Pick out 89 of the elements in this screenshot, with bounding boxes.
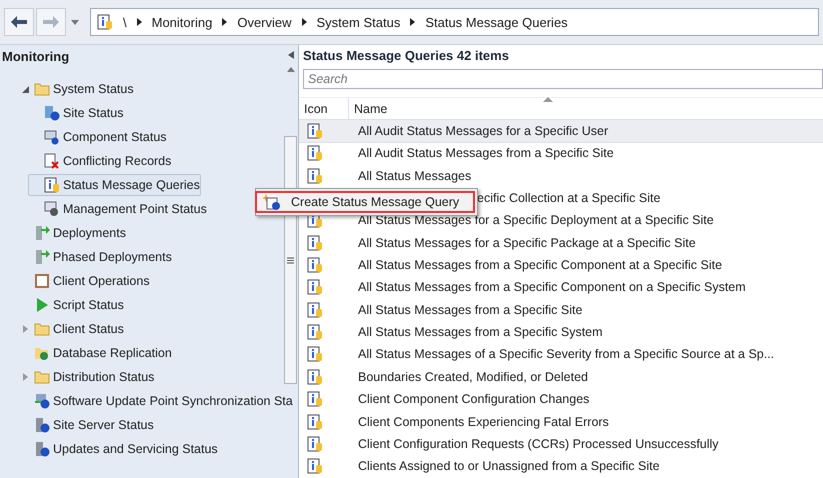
site-info-icon [44, 105, 60, 121]
back-arrow-icon [10, 15, 28, 29]
list-row[interactable]: All Audit Status Messages from a Specific Site [299, 142, 823, 165]
list-row[interactable]: All Status Messages [299, 164, 823, 188]
tree-item[interactable]: System Status [18, 78, 135, 100]
list-title: Status Message Queries 42 items [302, 47, 510, 65]
breadcrumb-item[interactable]: Overview [237, 14, 292, 30]
tree-item[interactable]: Software Update Point Synchronization Sta [18, 390, 294, 412]
tree-item[interactable]: Component Status [28, 126, 168, 148]
folder-icon [34, 81, 50, 97]
pane-title: Monitoring [1, 48, 70, 66]
tree-item[interactable]: Updates and Servicing Status [18, 438, 219, 460]
component-info-icon [44, 129, 60, 145]
collapse-icon[interactable] [22, 86, 28, 92]
column-header[interactable]: Name [349, 98, 823, 120]
query-icon [307, 302, 323, 318]
tree-item[interactable]: Site Server Status [18, 414, 155, 436]
expand-icon[interactable] [22, 373, 28, 381]
play-icon [34, 297, 50, 313]
breadcrumb-item[interactable]: Status Message Queries [425, 14, 568, 30]
list-row[interactable]: All Status Messages for a Specific Package at a Specific Site [299, 232, 823, 254]
list-row[interactable]: Clients Assigned to or Unassigned from a Specific Site [299, 456, 823, 478]
breadcrumb-item[interactable]: Monitoring [152, 14, 212, 30]
breadcrumb-arrow-icon [136, 18, 142, 26]
expand-icon[interactable] [22, 325, 28, 333]
list-row[interactable]: All Status Messages from a Specific Site [299, 299, 823, 322]
list-row[interactable]: Boundaries Created, Modified, or Deleted [299, 366, 823, 389]
tree-item[interactable]: Client Operations [18, 270, 151, 292]
database-folder-icon [34, 345, 50, 361]
tree-item[interactable]: Status Message Queries [28, 174, 201, 196]
search-field[interactable]: Search [303, 69, 823, 89]
query-icon [307, 414, 323, 430]
new-query-icon [263, 194, 281, 210]
folder-icon [34, 369, 50, 385]
list-row[interactable]: Client Configuration Requests (CCRs) Processed Unsuccessfully [299, 433, 823, 456]
query-icon [307, 458, 323, 474]
server-info-icon [34, 441, 50, 457]
breadcrumb-item[interactable]: \ [123, 14, 127, 30]
tree-item[interactable]: Phased Deployments [18, 246, 173, 268]
query-icon [307, 279, 323, 296]
query-icon [307, 234, 323, 251]
tree-item[interactable]: Client Status [18, 318, 125, 340]
query-icon [307, 145, 323, 162]
tree-item[interactable]: Conflicting Records [28, 150, 172, 172]
tree-item[interactable]: Distribution Status [18, 366, 156, 388]
query-icon [44, 177, 60, 193]
forward-arrow-icon [42, 15, 60, 29]
record-error-icon [44, 153, 60, 169]
list-row[interactable]: All Status Messages from a Specific Component at a Specific Site [299, 254, 823, 277]
address-bar[interactable]: \ Monitoring Overview System Status Status Message Queries [90, 8, 819, 36]
list-row[interactable]: All Status Messages from a Specific Component on a Specific System [299, 276, 823, 300]
query-icon [307, 346, 323, 362]
collapse-pane-icon[interactable] [288, 51, 294, 59]
menu-item[interactable]: Create Status Message Query [255, 191, 476, 213]
query-icon [307, 257, 323, 274]
breadcrumb-arrow-icon [410, 18, 416, 26]
query-icon [307, 368, 323, 385]
breadcrumb-arrow-icon [302, 18, 307, 26]
management-point-icon [44, 201, 60, 217]
tree-item[interactable]: Site Status [28, 102, 124, 124]
server-info-icon [34, 417, 50, 433]
deployment-icon [34, 249, 50, 265]
back-button[interactable] [4, 8, 34, 36]
query-icon [97, 14, 113, 30]
grip-icon [287, 256, 294, 264]
breadcrumb-item[interactable]: System Status [316, 14, 400, 30]
list-row[interactable]: Client Components Experiencing Fatal Errors [299, 410, 823, 434]
query-icon [307, 436, 323, 452]
scroll-up-icon[interactable] [286, 67, 294, 72]
tree-item[interactable]: Database Replication [18, 342, 173, 364]
list-row[interactable]: All Status Messages from a Specific System [299, 321, 823, 344]
query-icon [307, 168, 323, 184]
query-icon [307, 391, 323, 408]
tree-item[interactable]: Script Status [18, 294, 125, 316]
column-header[interactable]: Icon [299, 98, 349, 120]
deployment-icon [34, 225, 50, 241]
clipboard-icon [34, 273, 50, 289]
tree-item[interactable]: Deployments [18, 222, 127, 244]
dropdown-caret-icon[interactable] [71, 20, 79, 24]
list-row[interactable]: Client Component Configuration Changes [299, 388, 823, 411]
folder-icon [34, 321, 50, 337]
sync-info-icon [34, 393, 50, 409]
tree-item[interactable]: Management Point Status [28, 198, 208, 220]
breadcrumb-arrow-icon [222, 18, 228, 26]
sort-ascending-icon [543, 96, 553, 102]
query-icon [307, 324, 323, 340]
list-row[interactable]: All Status Messages of a Specific Severity from a Specific Source at a Sp... [299, 344, 823, 366]
list-row[interactable]: All Audit Status Messages for a Specific User [299, 120, 823, 143]
query-icon [307, 122, 323, 139]
